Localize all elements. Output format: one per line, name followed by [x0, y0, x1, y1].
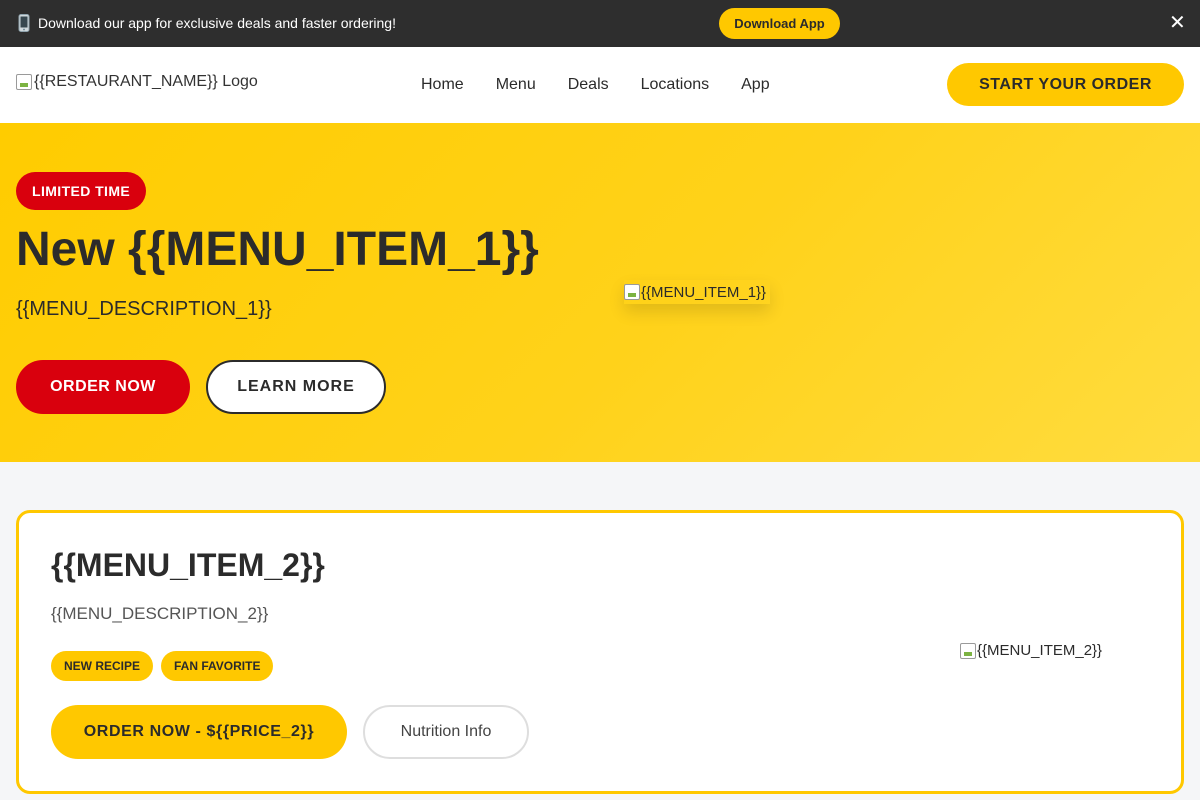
broken-image-icon — [16, 74, 32, 90]
featured-item-title: {{MENU_ITEM_2}} — [51, 547, 325, 583]
nav-locations[interactable]: Locations — [641, 75, 710, 95]
announcement-bar: Download our app for exclusive deals and… — [0, 0, 1200, 47]
order-now-button[interactable]: ORDER NOW — [16, 360, 190, 414]
featured-order-button[interactable]: ORDER NOW - ${{PRICE_2}} — [51, 705, 347, 759]
site-header: {{RESTAURANT_NAME}} Logo Home Menu Deals… — [0, 47, 1200, 123]
broken-image-icon — [624, 284, 640, 300]
tag-fan-favorite: FAN FAVORITE — [161, 651, 274, 681]
broken-image-icon — [960, 642, 976, 659]
hero-banner: LIMITED TIME New {{MENU_ITEM_1}} {{MENU_… — [0, 123, 1200, 462]
featured-image-alt: {{MENU_ITEM_2}} — [977, 642, 1103, 659]
nav-app[interactable]: App — [741, 75, 769, 95]
restaurant-logo[interactable]: {{RESTAURANT_NAME}} Logo — [16, 73, 258, 91]
download-app-button[interactable]: Download App — [719, 8, 840, 39]
main-nav: Home Menu Deals Locations App — [421, 75, 770, 95]
featured-item-image: {{MENU_ITEM_2}} — [960, 642, 1102, 659]
tag-new-recipe: NEW RECIPE — [51, 651, 154, 681]
nav-home[interactable]: Home — [421, 75, 464, 95]
close-icon[interactable]: ✕ — [1169, 13, 1186, 33]
logo-alt-text: {{RESTAURANT_NAME}} Logo — [34, 73, 258, 90]
hero-menu-image: {{MENU_ITEM_1}} — [624, 280, 770, 304]
featured-item-tags: NEW RECIPE FAN FAVORITE — [51, 651, 274, 681]
mobile-phone-icon — [17, 14, 31, 32]
hero-title: New {{MENU_ITEM_1}} — [16, 223, 539, 276]
nav-menu[interactable]: Menu — [496, 75, 536, 95]
learn-more-button[interactable]: LEARN MORE — [206, 360, 386, 414]
announcement-message: Download our app for exclusive deals and… — [38, 15, 396, 31]
nutrition-info-button[interactable]: Nutrition Info — [363, 705, 529, 759]
limited-time-badge: LIMITED TIME — [16, 172, 147, 210]
featured-item-description: {{MENU_DESCRIPTION_2}} — [51, 604, 269, 623]
start-order-button[interactable]: START YOUR ORDER — [947, 63, 1184, 106]
nav-deals[interactable]: Deals — [568, 75, 609, 95]
hero-image-alt: {{MENU_ITEM_1}} — [641, 283, 767, 301]
hero-description: {{MENU_DESCRIPTION_1}} — [16, 298, 272, 320]
featured-item-card: {{MENU_ITEM_2}} {{MENU_DESCRIPTION_2}} N… — [16, 510, 1184, 794]
